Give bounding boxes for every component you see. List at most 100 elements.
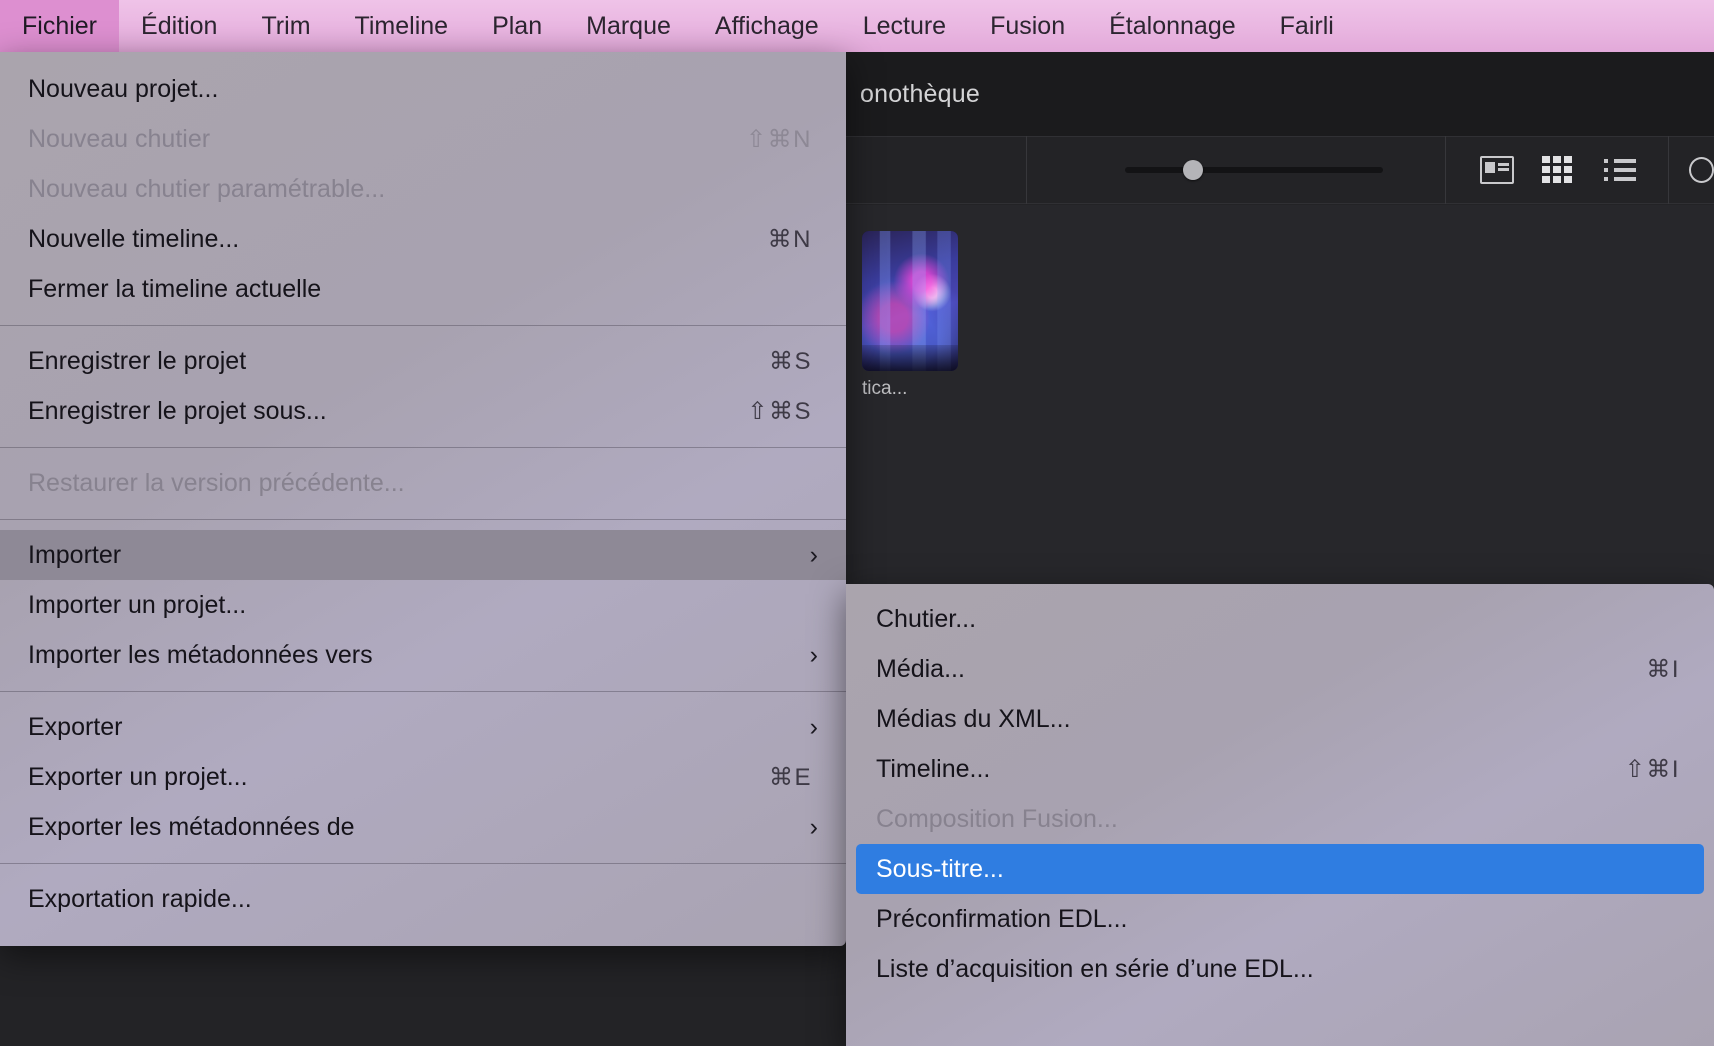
menu-item[interactable]: Liste d’acquisition en série d’une EDL..… [846, 944, 1714, 994]
menu-item-label: Timeline... [876, 755, 1625, 784]
menu-item[interactable]: Importer› [0, 530, 846, 580]
list-view-icon[interactable] [1604, 156, 1638, 184]
menubar-item-label: Timeline [355, 12, 449, 41]
menu-bar: Fichier Édition Trim Timeline Plan Marque Affi… [0, 0, 1714, 52]
panel-title: onothèque [860, 80, 980, 109]
menubar-item-label: Affichage [715, 12, 819, 41]
menu-item-label: Média... [876, 655, 1646, 684]
menu-item: Composition Fusion... [846, 794, 1714, 844]
toolbar-divider-2 [1445, 136, 1446, 204]
menu-item-shortcut: ⌘S [769, 347, 812, 376]
menubar-item-label: Plan [492, 12, 542, 41]
menu-item-shortcut: ⇧⌘S [747, 397, 812, 426]
menu-item-shortcut: ⌘E [769, 763, 812, 792]
menu-item[interactable]: Nouvelle timeline...⌘N [0, 214, 846, 264]
menubar-item-plan[interactable]: Plan [470, 0, 564, 52]
chevron-right-icon: › [810, 713, 818, 742]
view-mode-group [1480, 156, 1638, 184]
menu-item-label: Enregistrer le projet sous... [28, 397, 747, 426]
menu-item[interactable]: Enregistrer le projet⌘S [0, 336, 846, 386]
menu-item[interactable]: Médias du XML... [846, 694, 1714, 744]
menu-item-shortcut: ⇧⌘N [746, 125, 812, 154]
menu-item-label: Nouveau chutier paramétrable... [28, 175, 824, 204]
menu-item-label: Nouveau chutier [28, 125, 746, 154]
menu-item[interactable]: Fermer la timeline actuelle [0, 264, 846, 314]
menu-item-label: Importer un projet... [28, 591, 824, 620]
menu-item-shortcut: ⌘I [1646, 655, 1680, 684]
menubar-item-fichier[interactable]: Fichier [0, 0, 119, 52]
menu-item[interactable]: Timeline...⇧⌘I [846, 744, 1714, 794]
menubar-item-lecture[interactable]: Lecture [841, 0, 968, 52]
menubar-item-fusion[interactable]: Fusion [968, 0, 1087, 52]
menu-item[interactable]: Exporter› [0, 702, 846, 752]
media-pool-toolbar [846, 136, 1714, 204]
menu-separator [0, 691, 846, 692]
menubar-item-label: Édition [141, 12, 217, 41]
menubar-item-label: Marque [586, 12, 671, 41]
menu-item[interactable]: Exporter un projet...⌘E [0, 752, 846, 802]
menu-item[interactable]: Enregistrer le projet sous...⇧⌘S [0, 386, 846, 436]
menu-item-label: Exporter [28, 713, 810, 742]
menubar-item-label: Fusion [990, 12, 1065, 41]
menubar-item-affichage[interactable]: Affichage [693, 0, 841, 52]
chevron-right-icon: › [810, 641, 818, 670]
menu-item[interactable]: Exporter les métadonnées de› [0, 802, 846, 852]
menu-separator [0, 325, 846, 326]
menu-item-label: Fermer la timeline actuelle [28, 275, 824, 304]
menubar-item-label: Fairli [1280, 12, 1334, 41]
menubar-item-label: Fichier [22, 12, 97, 41]
menu-item-label: Importer [28, 541, 810, 570]
menu-item-label: Liste d’acquisition en série d’une EDL..… [876, 955, 1692, 984]
menu-item-label: Nouveau projet... [28, 75, 824, 104]
menu-separator [0, 447, 846, 448]
menubar-item-label: Lecture [863, 12, 946, 41]
menu-item[interactable]: Préconfirmation EDL... [846, 894, 1714, 944]
chevron-right-icon: › [810, 541, 818, 570]
menu-item-label: Exporter un projet... [28, 763, 769, 792]
menu-item-label: Chutier... [876, 605, 1692, 634]
menu-item[interactable]: Média...⌘I [846, 644, 1714, 694]
menu-item-label: Médias du XML... [876, 705, 1692, 734]
metadata-view-icon[interactable] [1480, 156, 1514, 184]
menu-item-label: Préconfirmation EDL... [876, 905, 1692, 934]
thumbnail-size-slider[interactable] [1125, 167, 1383, 173]
clip-thumbnail[interactable] [862, 231, 958, 371]
menu-item[interactable]: Importer les métadonnées vers› [0, 630, 846, 680]
media-pool-header: onothèque [846, 52, 1714, 136]
grid-view-icon[interactable] [1542, 156, 1576, 184]
menu-item-label: Enregistrer le projet [28, 347, 769, 376]
menu-item: Restaurer la version précédente... [0, 458, 846, 508]
menu-item-label: Exportation rapide... [28, 885, 824, 914]
menu-item[interactable]: Chutier... [846, 594, 1714, 644]
menu-item-label: Exporter les métadonnées de [28, 813, 810, 842]
menubar-item-fairli[interactable]: Fairli [1258, 0, 1356, 52]
import-submenu: Chutier... Média...⌘I Médias du XML... Time… [846, 584, 1714, 1046]
menu-item[interactable]: Nouveau projet... [0, 64, 846, 114]
menu-item[interactable]: Sous-titre... [856, 844, 1704, 894]
menu-item[interactable]: Exportation rapide... [0, 874, 846, 924]
chevron-right-icon: › [810, 813, 818, 842]
menubar-item-marque[interactable]: Marque [564, 0, 693, 52]
menu-separator [0, 863, 846, 864]
menubar-item-dition[interactable]: Édition [119, 0, 239, 52]
menu-item-shortcut: ⌘N [768, 225, 812, 254]
file-menu-dropdown: Nouveau projet... Nouveau chutier⇧⌘N Nouve… [0, 52, 846, 946]
menubar-item-timeline[interactable]: Timeline [333, 0, 471, 52]
menubar-item-label: Étalonnage [1109, 12, 1236, 41]
media-clip-item[interactable]: tica... [862, 231, 958, 400]
clip-label: tica... [862, 378, 958, 400]
menu-item: Nouveau chutier paramétrable... [0, 164, 846, 214]
menu-item-label: Sous-titre... [876, 855, 1682, 884]
menu-item-shortcut: ⇧⌘I [1625, 755, 1680, 784]
toolbar-divider [1026, 136, 1027, 204]
menubar-item-trim[interactable]: Trim [239, 0, 332, 52]
menu-item-label: Composition Fusion... [876, 805, 1692, 834]
menu-item-label: Importer les métadonnées vers [28, 641, 810, 670]
menu-item-label: Restaurer la version précédente... [28, 469, 824, 498]
sort-order-icon[interactable] [1689, 157, 1714, 183]
toolbar-divider-3 [1668, 136, 1669, 204]
menu-item[interactable]: Importer un projet... [0, 580, 846, 630]
slider-knob[interactable] [1183, 160, 1203, 180]
menubar-item-label: Trim [261, 12, 310, 41]
menubar-item-talonnage[interactable]: Étalonnage [1087, 0, 1258, 52]
